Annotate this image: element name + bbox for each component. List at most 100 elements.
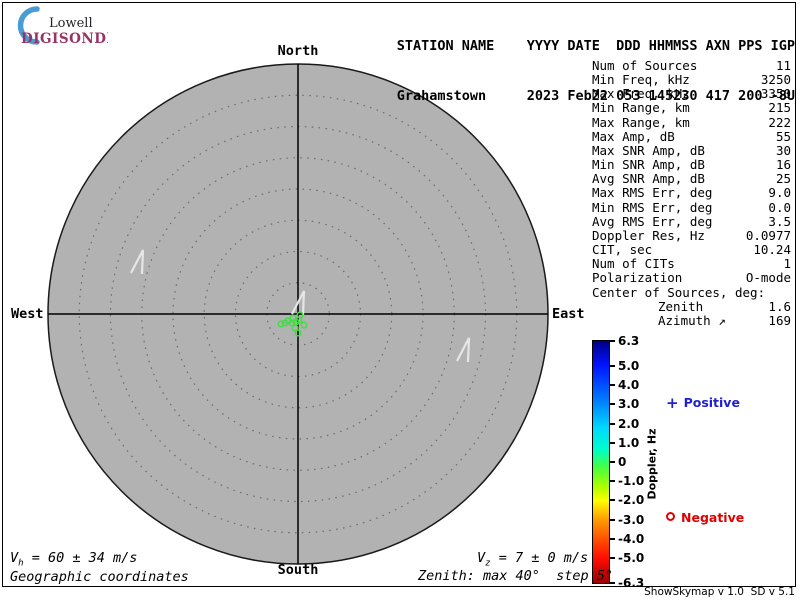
stat-row: Min RMS Err, deg 0.0: [592, 199, 791, 215]
colorbar-tick-mark: [609, 557, 615, 560]
stat-value: 222: [768, 114, 791, 130]
stat-value: 10.24: [753, 242, 791, 258]
measurement-stats-table: Num of Sources 11 Min Freq, kHz 3250 Max Fre…: [592, 58, 791, 328]
circle-marker-icon: [666, 512, 675, 521]
legend-positive: + Positive: [666, 394, 740, 412]
stat-row: CIT, sec 10.24: [592, 242, 791, 258]
colorbar-tick-label: -2.0: [618, 493, 645, 508]
colorbar-tick-label: -5.0: [618, 551, 645, 566]
zenith-scale-note: Zenith: max 40° step 5°: [418, 568, 614, 584]
stat-label: Min Range, km: [592, 100, 690, 116]
colorbar-tick-mark: [609, 340, 615, 342]
stat-label: Center of Sources, deg:: [592, 284, 766, 300]
stat-value: 0.0977: [745, 227, 791, 243]
stat-value: 11: [775, 58, 791, 73]
colorbar-tick-mark: [609, 364, 615, 367]
stat-label: Max Amp, dB: [592, 128, 675, 144]
colorbar-tick-mark: [609, 461, 615, 463]
header-column-titles: STATION NAME YYYY DATE DDD HHMMSS AXN PP…: [396, 38, 795, 54]
logo-graphic: Lowell DIGISONDE: [17, 6, 117, 47]
stat-label: Polarization: [592, 270, 683, 286]
colorbar-tick-label: 3.0: [618, 397, 640, 412]
colorbar-tick-mark: [609, 403, 615, 406]
stat-row: Max Freq, kHz 3350: [592, 87, 791, 101]
stat-value: 9.0: [768, 185, 791, 201]
colorbar-tick-label: 5.0: [618, 358, 640, 373]
compass-label-north: North: [277, 43, 319, 59]
colorbar-tick-label: -6.3: [618, 576, 645, 590]
stat-row: Num of CITs 1: [592, 257, 791, 271]
coordinate-system-label: Geographic coordinates: [10, 569, 189, 585]
stat-value: 1: [783, 256, 791, 272]
stat-value: 215: [768, 100, 791, 116]
stat-row: Doppler Res, Hz 0.0977: [592, 227, 791, 243]
stat-row: Max Amp, dB 55: [592, 128, 791, 144]
stat-row: Avg SNR Amp, dB 25: [592, 172, 791, 186]
stat-row: Num of Sources 11: [592, 58, 791, 73]
horizontal-velocity-readout: Vh = 60 ± 34 m/s: [10, 550, 137, 569]
stat-value: 169: [768, 312, 791, 328]
vh-symbol: V: [10, 550, 19, 566]
colorbar-tick-mark: [609, 441, 615, 444]
legend-negative-label: Negative: [681, 510, 745, 525]
stat-value: 3.5: [768, 213, 791, 229]
stat-label: Zenith: [658, 298, 704, 314]
colorbar-tick-label: 2.0: [618, 416, 640, 431]
stat-label: Max SNR Amp, dB: [592, 142, 705, 158]
logo-digisonde-text: DIGISONDE: [21, 31, 108, 47]
stat-value: 30: [775, 142, 791, 158]
vz-value: = 7 ± 0 m/s: [490, 550, 589, 566]
colorbar-tick-mark: [609, 480, 615, 483]
stat-label: Min RMS Err, deg: [592, 199, 713, 215]
stat-value: 3350: [760, 86, 791, 102]
colorbar-tick-mark: [609, 537, 615, 540]
stat-label: Doppler Res, Hz: [592, 227, 705, 243]
legend-positive-label: Positive: [683, 395, 740, 410]
doppler-colorbar: [592, 340, 610, 584]
vertical-velocity-readout: Vz = 7 ± 0 m/s: [477, 550, 588, 569]
stat-label: Max Range, km: [592, 114, 690, 130]
stat-value: O-mode: [745, 270, 791, 286]
compass-label-east: East: [552, 306, 585, 322]
stat-label: Num of CITs: [592, 256, 675, 272]
plus-marker-icon: +: [666, 394, 679, 412]
stat-row: Max SNR Amp, dB 30: [592, 142, 791, 158]
stat-value: 16: [775, 157, 791, 173]
colorbar-ticks: 6.3 5.0 4.0 3.0 2.0 1.0 0 -1.0 -2.0 -3.0 -4.0 -5.0 -…: [609, 334, 679, 590]
colorbar-tick-label: -3.0: [618, 512, 645, 527]
stat-row: Min SNR Amp, dB 16: [592, 157, 791, 173]
showskymap-window: Lowell DIGISONDE STATION NAME YYYY DATE …: [0, 0, 800, 600]
colorbar-tick-label: -4.0: [618, 531, 645, 546]
stat-value: 55: [775, 128, 791, 144]
stat-label: Num of Sources: [592, 58, 698, 73]
stat-row: Avg RMS Err, deg 3.5: [592, 213, 791, 229]
stat-row: Min Range, km 215: [592, 101, 791, 115]
legend-negative: Negative: [666, 510, 744, 525]
colorbar-tick-label: 0: [618, 455, 627, 469]
compass-label-west: West: [11, 306, 44, 322]
stat-value: 0.0: [768, 199, 791, 215]
stat-value: 1.6: [768, 298, 791, 314]
colorbar-tick-mark: [609, 518, 615, 521]
compass-label-south: South: [277, 562, 319, 578]
colorbar-tick-mark: [609, 384, 615, 387]
logo-lowell-text: Lowell: [49, 16, 93, 31]
stat-row: Azimuth ↗ 169: [592, 312, 791, 328]
stat-value: 3250: [760, 72, 791, 88]
stat-row: Max Range, km 222: [592, 114, 791, 130]
stat-row: Max RMS Err, deg 9.0: [592, 186, 791, 200]
stat-label: Min Freq, kHz: [592, 72, 690, 88]
stat-row: Center of Sources, deg:: [592, 284, 791, 300]
stat-row: Zenith 1.6: [592, 298, 791, 314]
stat-row: Min Freq, kHz 3250: [592, 73, 791, 87]
colorbar-tick-label: 6.3: [618, 334, 640, 348]
stat-label: Max Freq, kHz: [592, 86, 690, 102]
colorbar-tick-mark: [609, 422, 615, 425]
vz-symbol: V: [477, 550, 486, 566]
version-label: ShowSkymap v 1.0 SD v 5.1: [644, 586, 795, 598]
stat-label: Max RMS Err, deg: [592, 185, 713, 201]
colorbar-tick-mark: [609, 499, 615, 502]
colorbar-tick-label: -1.0: [618, 474, 645, 489]
stat-label: CIT, sec: [592, 242, 653, 258]
stat-label: Min SNR Amp, dB: [592, 157, 705, 173]
